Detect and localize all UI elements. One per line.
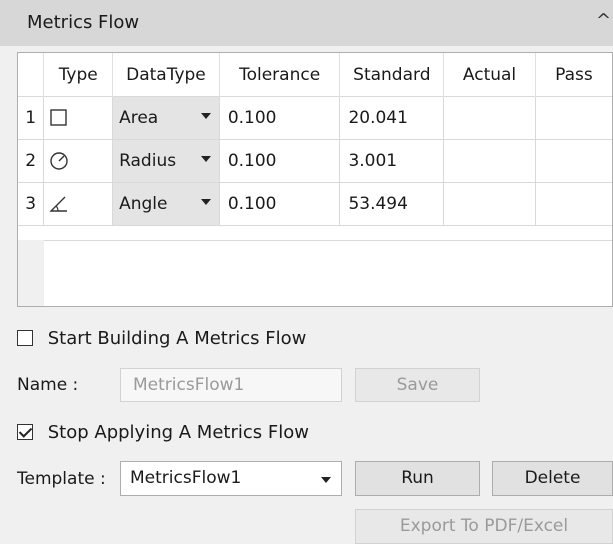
pass-cell[interactable] [534, 139, 612, 183]
checkmark-icon [18, 424, 33, 438]
angle-icon [49, 196, 68, 212]
empty-row-header [18, 240, 44, 306]
table-row[interactable]: 1 Area 0.100 20.041 [18, 96, 612, 140]
chevron-down-icon [200, 113, 211, 119]
circle-radius-icon [50, 152, 69, 170]
empty-row-area[interactable] [44, 240, 612, 306]
pass-cell[interactable] [534, 96, 612, 140]
corner-header [18, 53, 45, 97]
col-header-tolerance[interactable]: Tolerance [219, 53, 341, 97]
datatype-dropdown[interactable]: Angle [112, 182, 220, 226]
table-row[interactable]: 2 Radius 0.100 3.001 [18, 139, 612, 183]
save-button[interactable]: Save [355, 368, 480, 402]
standard-cell[interactable]: 53.494 [339, 182, 445, 226]
col-header-pass[interactable]: Pass [535, 53, 612, 97]
start-building-label: Start Building A Metrics Flow [47, 327, 307, 349]
collapse-icon[interactable]: ^ [596, 10, 611, 31]
panel-title: Metrics Flow [27, 12, 140, 33]
chevron-down-icon [200, 199, 211, 205]
datatype-dropdown[interactable]: Radius [112, 139, 220, 183]
metrics-grid: Type DataType Tolerance Standard Actual … [18, 53, 612, 226]
col-header-type[interactable]: Type [43, 53, 114, 97]
pass-cell[interactable] [534, 182, 612, 226]
col-header-actual[interactable]: Actual [443, 53, 536, 97]
template-dropdown[interactable]: MetricsFlow1 [120, 461, 342, 496]
actual-cell[interactable] [443, 96, 536, 140]
tolerance-cell[interactable]: 0.100 [218, 139, 341, 183]
datatype-value: Angle [119, 194, 168, 214]
row-number: 3 [18, 182, 45, 226]
export-button[interactable]: Export To PDF/Excel [355, 509, 613, 544]
col-header-standard[interactable]: Standard [339, 53, 445, 97]
actual-cell[interactable] [443, 139, 536, 183]
type-cell[interactable] [43, 182, 114, 226]
metrics-table: Type DataType Tolerance Standard Actual … [17, 52, 613, 307]
template-label: Template : [17, 469, 106, 489]
name-input[interactable]: MetricsFlow1 [120, 368, 342, 402]
stop-applying-checkbox[interactable] [17, 424, 33, 440]
stop-applying-label: Stop Applying A Metrics Flow [47, 421, 309, 443]
row-number: 2 [18, 139, 45, 183]
datatype-dropdown[interactable]: Area [112, 96, 220, 140]
col-header-datatype[interactable]: DataType [112, 53, 220, 97]
stop-applying-row[interactable]: Stop Applying A Metrics Flow [17, 421, 309, 443]
square-icon [50, 109, 68, 126]
template-value: MetricsFlow1 [130, 468, 242, 488]
start-building-checkbox[interactable] [17, 330, 33, 346]
datatype-value: Radius [119, 151, 177, 171]
standard-cell[interactable]: 3.001 [339, 139, 445, 183]
name-label: Name : [17, 375, 79, 395]
row-number: 1 [18, 96, 45, 140]
chevron-down-icon [200, 156, 211, 162]
chevron-down-icon [321, 477, 331, 483]
tolerance-cell[interactable]: 0.100 [218, 182, 341, 226]
actual-cell[interactable] [443, 182, 536, 226]
delete-button[interactable]: Delete [492, 461, 613, 496]
datatype-value: Area [119, 108, 159, 128]
type-cell[interactable] [43, 139, 114, 183]
type-cell[interactable] [43, 96, 114, 140]
panel-header[interactable]: Metrics Flow ^ [0, 0, 613, 46]
tolerance-cell[interactable]: 0.100 [218, 96, 341, 140]
table-row[interactable]: 3 Angle 0.100 53.494 [18, 182, 612, 226]
run-button[interactable]: Run [355, 461, 480, 496]
start-building-row[interactable]: Start Building A Metrics Flow [17, 327, 306, 349]
standard-cell[interactable]: 20.041 [339, 96, 445, 140]
